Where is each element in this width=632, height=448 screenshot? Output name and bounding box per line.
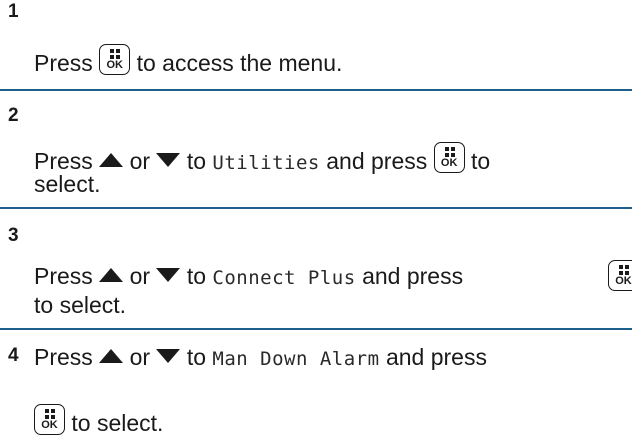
- step-divider: [0, 328, 632, 330]
- menu-ok-key-icon: OK: [34, 404, 65, 435]
- menu-target-utilities: Utilities: [212, 152, 320, 174]
- down-arrow-icon: [156, 268, 181, 282]
- up-arrow-icon: [99, 153, 124, 167]
- step-1-text: to access the menu.: [136, 50, 343, 76]
- menu-ok-key-icon: OK: [433, 142, 465, 173]
- step-4-instruction: Press or to Man Down Alarm and press: [34, 344, 487, 370]
- step-number-3: 3: [8, 225, 19, 246]
- step-divider: [0, 207, 632, 209]
- step-4-continuation: OK to select.: [34, 404, 163, 437]
- step-number-4: 4: [8, 345, 19, 366]
- menu-target-connect-plus: Connect Plus: [212, 267, 356, 289]
- down-arrow-icon: [156, 349, 181, 363]
- menu-ok-key-clipped: OK: [608, 258, 632, 294]
- menu-ok-key-icon: OK: [608, 260, 632, 291]
- up-arrow-icon: [99, 268, 124, 282]
- step-number-2: 2: [8, 105, 19, 126]
- step-3-continuation: to select.: [34, 292, 127, 318]
- step-2-instruction: Press or to Utilities and press OK to: [34, 142, 490, 177]
- step-divider: [0, 89, 632, 91]
- menu-ok-key-icon: OK: [99, 44, 131, 75]
- press-text: Press: [34, 50, 93, 76]
- down-arrow-icon: [156, 153, 181, 167]
- step-1-instruction: Press OK to access the menu.: [34, 44, 342, 77]
- up-arrow-icon: [99, 349, 124, 363]
- step-3-instruction: Press or to Connect Plus and press: [34, 263, 464, 289]
- menu-target-man-down-alarm: Man Down Alarm: [212, 348, 380, 370]
- step-2-continuation: select.: [34, 171, 101, 197]
- step-number-1: 1: [8, 1, 19, 22]
